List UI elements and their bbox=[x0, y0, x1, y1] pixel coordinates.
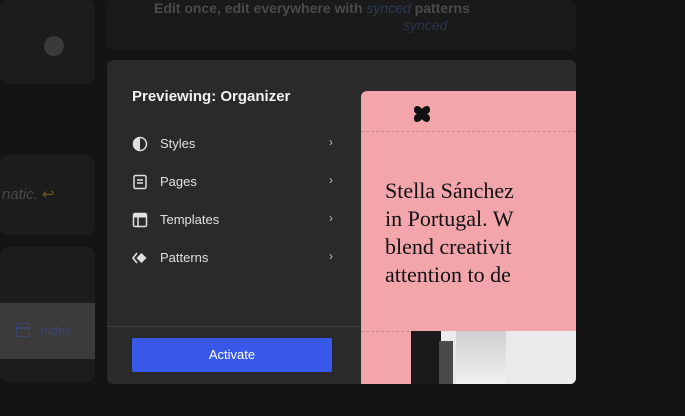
nav-item-label: Templates bbox=[160, 212, 220, 227]
nav-item-styles[interactable]: Styles › bbox=[132, 132, 337, 156]
preview-line: in Portugal. W bbox=[385, 206, 514, 231]
sidebar-divider bbox=[107, 326, 360, 327]
background-matic-text: natic. ↩ bbox=[2, 185, 55, 203]
nav-item-pages[interactable]: Pages › bbox=[132, 170, 337, 194]
nav-item-label: Patterns bbox=[160, 250, 209, 265]
preview-line: blend creativit bbox=[385, 234, 512, 259]
preview-text: Stella Sánchez in Portugal. W blend crea… bbox=[385, 177, 514, 289]
matic-text: natic. bbox=[2, 186, 38, 203]
avatar bbox=[44, 36, 64, 56]
preview-line: Stella Sánchez bbox=[385, 178, 514, 203]
layout-icon bbox=[132, 212, 148, 228]
headline-suffix: patterns bbox=[414, 0, 470, 16]
background-index-item: Index bbox=[0, 303, 95, 359]
chevron-right-icon: › bbox=[329, 249, 333, 263]
modal-title: Previewing: Organizer bbox=[132, 88, 291, 105]
preview-image bbox=[411, 331, 576, 384]
page-icon bbox=[133, 174, 147, 190]
index-label: Index bbox=[40, 323, 72, 338]
nav-item-templates[interactable]: Templates › bbox=[132, 208, 337, 232]
headline-synced: synced bbox=[366, 0, 411, 16]
preview-divider bbox=[361, 131, 576, 133]
nav-item-label: Styles bbox=[160, 136, 196, 151]
symbol-icon bbox=[132, 252, 147, 264]
background-synced-repeat: synced bbox=[403, 17, 448, 33]
layout-icon bbox=[16, 323, 30, 337]
preview-modal: Previewing: Organizer Styles › Pages › T… bbox=[107, 60, 576, 384]
preview-line: attention to de bbox=[385, 262, 511, 287]
chevron-right-icon: › bbox=[329, 135, 333, 149]
theme-preview: Stella Sánchez in Portugal. W blend crea… bbox=[361, 91, 576, 384]
headline-prefix: Edit once, edit everywhere with bbox=[154, 0, 363, 16]
contrast-icon bbox=[132, 136, 148, 152]
background-headline: Edit once, edit everywhere with synced p… bbox=[154, 0, 470, 16]
preview-sidebar: Previewing: Organizer Styles › Pages › T… bbox=[107, 60, 360, 384]
return-arrow-icon: ↩ bbox=[42, 186, 55, 203]
nav-item-label: Pages bbox=[160, 174, 197, 189]
nav-item-patterns[interactable]: Patterns › bbox=[132, 246, 337, 270]
activate-button[interactable]: Activate bbox=[132, 338, 332, 372]
chevron-right-icon: › bbox=[329, 173, 333, 187]
chevron-right-icon: › bbox=[329, 211, 333, 225]
site-logo-icon bbox=[414, 106, 430, 122]
background-card-top-left bbox=[0, 0, 95, 84]
